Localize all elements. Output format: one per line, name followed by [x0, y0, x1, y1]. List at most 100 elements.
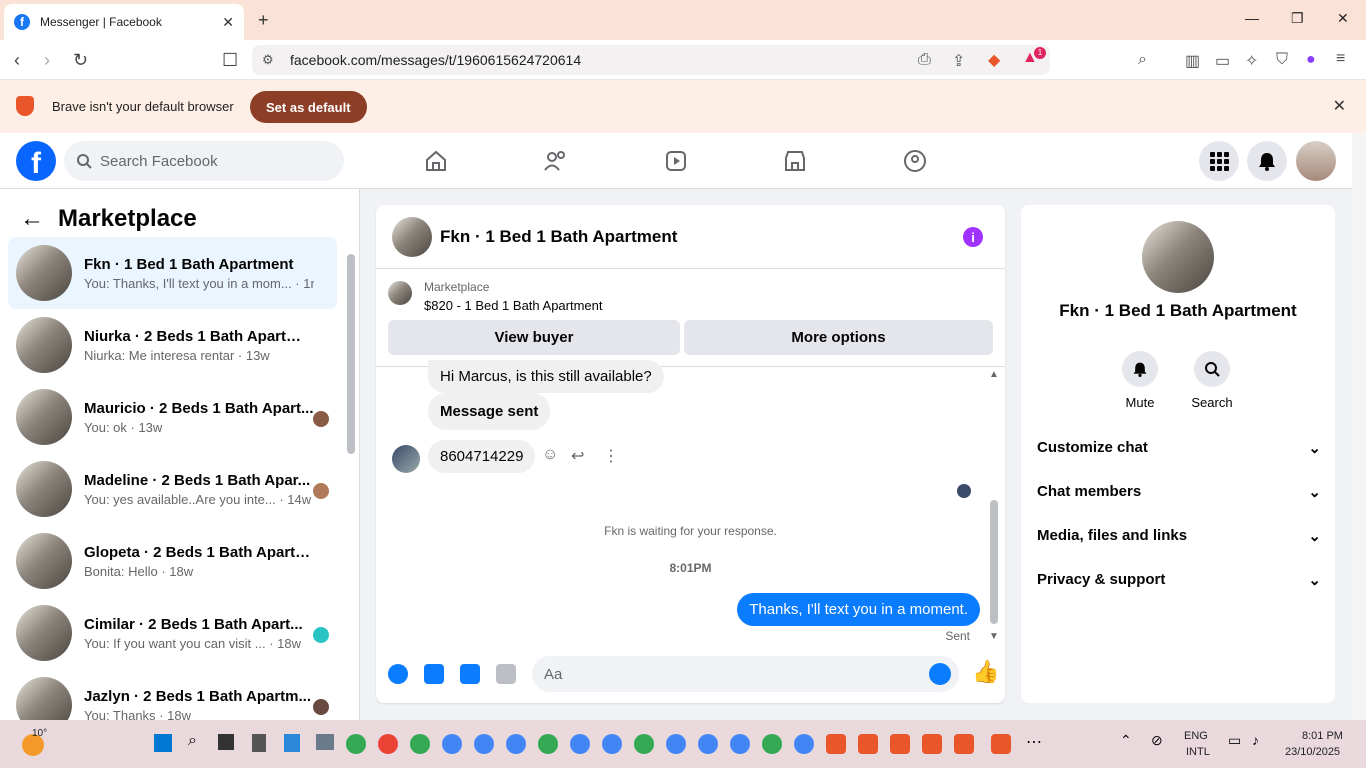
infobar-close-icon[interactable]: ✕ [1333, 96, 1346, 116]
chat-avatar[interactable] [392, 216, 432, 257]
chrome-icon[interactable] [346, 734, 366, 754]
notifications-button[interactable] [1247, 141, 1287, 181]
media-files-row[interactable]: Media, files and links ⌄ [1037, 527, 1321, 545]
brave-shields-icon[interactable]: ◆ [988, 50, 1000, 70]
brave-icon[interactable] [954, 734, 974, 754]
conversation-item[interactable]: Mauricio · 2 Beds 1 Bath Apart... You: ok… [8, 381, 337, 453]
search-conversation-button[interactable]: Search [1182, 351, 1242, 410]
start-icon[interactable] [154, 734, 172, 752]
conversation-item[interactable]: Jazlyn · 2 Beds 1 Bath Apartm... You: Tha… [8, 669, 337, 720]
marketplace-icon[interactable] [781, 147, 809, 175]
video-icon[interactable] [662, 147, 690, 175]
display-icon[interactable]: ▭ [1228, 732, 1241, 749]
tray-chevron-icon[interactable]: ⌃ [1120, 732, 1132, 749]
network-icon[interactable]: ⊘ [1151, 732, 1163, 749]
sticker-icon[interactable] [460, 664, 480, 684]
leo-icon[interactable]: ✧ [1245, 51, 1258, 71]
facebook-logo-icon[interactable]: f [16, 141, 56, 181]
address-bar[interactable]: ⚙ facebook.com/messages/t/19606156247206… [252, 45, 1050, 75]
task-view-icon[interactable] [218, 734, 234, 750]
chrome-icon[interactable] [474, 734, 494, 754]
notepad-icon[interactable] [284, 734, 300, 752]
reload-icon[interactable]: ↻ [73, 50, 88, 71]
sender-avatar[interactable] [392, 445, 420, 473]
sidebar-scrollbar[interactable] [347, 254, 355, 454]
emoji-icon[interactable] [929, 663, 951, 685]
back-icon[interactable]: ‹ [14, 50, 20, 71]
chrome-icon[interactable] [442, 734, 462, 754]
scroll-up-icon[interactable]: ▲ [989, 369, 999, 380]
mute-button[interactable]: Mute [1110, 351, 1170, 410]
like-icon[interactable]: 👍 [972, 659, 999, 685]
share-icon[interactable]: ⇪ [952, 51, 965, 71]
conversation-item[interactable]: Niurka · 2 Beds 1 Bath Apartment Niurka: … [8, 309, 337, 381]
conversation-item[interactable]: Madeline · 2 Beds 1 Bath Apar... You: yes… [8, 453, 337, 525]
install-icon[interactable]: ⎙ [918, 51, 931, 69]
profile-avatar[interactable] [1142, 221, 1214, 293]
calculator-icon[interactable] [252, 734, 266, 752]
listing-thumbnail[interactable] [388, 281, 412, 305]
menu-icon[interactable]: ≡ [1336, 50, 1345, 68]
language-code[interactable]: ENG [1184, 730, 1208, 742]
maximize-icon[interactable]: ❐ [1291, 10, 1304, 27]
search-input[interactable]: Search Facebook [64, 141, 344, 181]
react-icon[interactable]: ☺ [542, 446, 558, 464]
volume-icon[interactable]: ♪ [1252, 732, 1259, 748]
language-layout[interactable]: INTL [1186, 746, 1210, 758]
window-close-icon[interactable]: ✕ [1337, 10, 1349, 27]
reply-icon[interactable]: ↩ [571, 446, 584, 466]
page-scrollbar[interactable] [1352, 133, 1366, 720]
chat-members-row[interactable]: Chat members ⌄ [1037, 483, 1321, 501]
clock-time[interactable]: 8:01 PM [1302, 730, 1343, 742]
taskbar-search-icon[interactable]: ⌕ [188, 732, 197, 750]
close-tab-icon[interactable]: ✕ [222, 14, 234, 31]
chrome-icon[interactable] [634, 734, 654, 754]
sidebar-toggle-icon[interactable]: ▥ [1185, 51, 1200, 71]
incoming-message[interactable]: Message sent [428, 393, 551, 430]
chat-scrollbar[interactable] [990, 500, 998, 624]
chrome-icon[interactable] [666, 734, 686, 754]
clock-date[interactable]: 23/10/2025 [1285, 746, 1340, 758]
incoming-message[interactable]: Hi Marcus, is this still available? [428, 360, 664, 393]
vpn-icon[interactable]: ⛉ [1276, 51, 1288, 69]
chrome-icon[interactable] [538, 734, 558, 754]
privacy-support-row[interactable]: Privacy & support ⌄ [1037, 571, 1321, 589]
brave-icon[interactable] [890, 734, 910, 754]
overflow-icon[interactable]: ⋯ [1026, 732, 1042, 752]
chrome-icon[interactable] [570, 734, 590, 754]
chrome-icon[interactable] [698, 734, 718, 754]
chrome-icon[interactable] [730, 734, 750, 754]
chrome-icon[interactable] [378, 734, 398, 754]
scroll-down-icon[interactable]: ▼ [989, 631, 999, 642]
app-icon[interactable] [316, 734, 334, 750]
conversation-item[interactable]: Cimilar · 2 Beds 1 Bath Apart... You: If … [8, 597, 337, 669]
browser-tab[interactable]: f Messenger | Facebook ✕ [4, 4, 244, 40]
site-info-icon[interactable]: ⚙ [262, 52, 274, 68]
forward-icon[interactable]: › [44, 50, 50, 71]
conversation-item[interactable]: Glopeta · 2 Beds 1 Bath Apartme... Bonita… [8, 525, 337, 597]
view-buyer-button[interactable]: View buyer [388, 320, 680, 355]
home-icon[interactable] [422, 147, 450, 175]
brave-icon[interactable] [858, 734, 878, 754]
more-actions-icon[interactable]: ⋮ [603, 446, 619, 466]
back-arrow-icon[interactable]: ← [20, 205, 44, 233]
chrome-icon[interactable] [602, 734, 622, 754]
outgoing-message[interactable]: Thanks, I'll text you in a moment. [737, 593, 980, 626]
tab-search-icon[interactable]: ⌕ [1138, 51, 1147, 69]
microphone-icon[interactable] [388, 664, 408, 684]
profile-icon[interactable]: ● [1306, 51, 1316, 69]
new-tab-icon[interactable]: + [258, 10, 269, 31]
menu-grid-button[interactable] [1199, 141, 1239, 181]
groups-icon[interactable] [901, 147, 929, 175]
info-icon[interactable]: i [963, 227, 983, 247]
minimize-icon[interactable]: — [1245, 10, 1259, 26]
friends-icon[interactable] [542, 147, 570, 175]
brave-active-icon[interactable] [991, 734, 1011, 754]
chrome-icon[interactable] [410, 734, 430, 754]
bookmark-icon[interactable]: ☐ [222, 50, 238, 71]
set-default-button[interactable]: Set as default [250, 91, 367, 123]
gif-icon[interactable] [496, 664, 516, 684]
customize-chat-row[interactable]: Customize chat ⌄ [1037, 439, 1321, 457]
chrome-icon[interactable] [762, 734, 782, 754]
incoming-message[interactable]: 8604714229 [428, 440, 536, 473]
